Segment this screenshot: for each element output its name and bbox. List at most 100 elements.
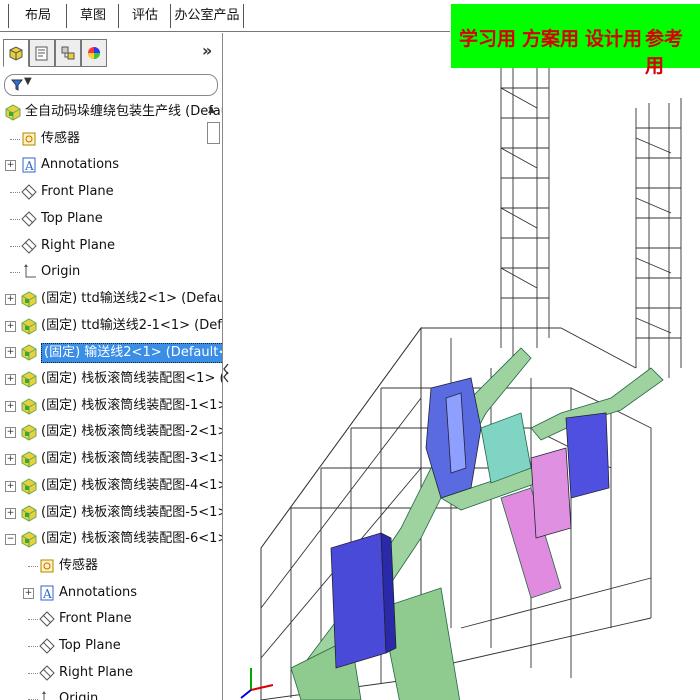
expand-node-icon[interactable]: + <box>5 374 16 385</box>
collapse-node-icon[interactable]: − <box>5 534 16 546</box>
command-manager-tabs: 布局 草图 评估 办公室产品 <box>0 0 450 32</box>
tree-row-label: Annotations <box>59 584 138 600</box>
banner-word-study: 学习用 <box>459 28 517 50</box>
expand-node-icon[interactable]: + <box>5 347 16 359</box>
tree-row[interactable]: + (固定) 栈板滚筒线装配图-4<1> <box>0 473 222 499</box>
tree-connector <box>10 272 20 274</box>
tab-layout[interactable]: 布局 <box>8 4 67 28</box>
subassembly-icon <box>21 291 37 308</box>
scroll-up-arrow-icon[interactable]: ▲ <box>208 105 215 115</box>
tree-row[interactable]: Right Plane <box>0 233 222 259</box>
assembly-icon <box>5 104 21 121</box>
tree-row[interactable]: + (固定) ttd输送线2<1> (Default< <box>0 286 222 312</box>
tree-row[interactable]: Top Plane <box>0 633 222 659</box>
tree-row-label: (固定) 栈板滚筒线装配图-1<1> <box>41 397 223 413</box>
expand-node-icon[interactable]: + <box>5 480 16 492</box>
tree-row[interactable]: + (固定) 栈板滚筒线装配图-1<1> <box>0 393 222 419</box>
tree-row[interactable]: Front Plane <box>0 179 222 205</box>
tree-row[interactable]: + (固定) 栈板滚筒线装配图-3<1> <box>0 446 222 472</box>
expand-node-icon[interactable]: + <box>23 587 34 599</box>
tree-row[interactable]: Front Plane <box>0 606 222 632</box>
tree-row[interactable]: Origin <box>0 686 222 700</box>
funnel-filter-icon <box>11 79 23 91</box>
subassembly-icon <box>21 531 37 548</box>
panel-tab-strip: » <box>0 33 222 73</box>
tree-connector <box>10 192 20 194</box>
tree-row-label: Front Plane <box>41 184 114 200</box>
origin-icon <box>24 264 36 278</box>
plane-icon <box>21 184 37 200</box>
tree-row[interactable]: + (固定) 栈板滚筒线装配图<1> (D <box>0 366 222 392</box>
subassembly-icon <box>21 424 37 441</box>
tree-row-label: (固定) 栈板滚筒线装配图-2<1> <box>41 424 223 440</box>
display-manager-tab[interactable] <box>81 39 107 67</box>
expand-node-icon[interactable]: + <box>5 507 16 519</box>
banner-word-design: 设计用 <box>585 28 643 50</box>
tab-office-products[interactable]: 办公室产品 <box>170 4 244 28</box>
tree-row[interactable]: 全自动码垛缠绕包装生产线 (Defaul <box>0 99 222 125</box>
tree-row[interactable]: − (固定) 栈板滚筒线装配图-6<1> <box>0 526 222 552</box>
panel-collapse-grip-icon[interactable] <box>222 358 230 388</box>
configuration-manager-icon <box>61 46 75 60</box>
plane-icon <box>39 638 55 654</box>
property-manager-icon <box>35 46 48 61</box>
tree-row-label: 传感器 <box>59 557 99 573</box>
tab-baseline <box>0 31 450 32</box>
property-manager-tab[interactable] <box>29 39 55 67</box>
svg-text:A: A <box>42 587 52 601</box>
tree-row[interactable]: Right Plane <box>0 660 222 686</box>
tree-row-label: Front Plane <box>59 611 132 627</box>
tree-row[interactable]: + (固定) 栈板滚筒线装配图-2<1> <box>0 419 222 445</box>
coordinate-triad-icon <box>240 668 274 699</box>
expand-node-icon[interactable]: + <box>5 400 16 412</box>
tree-row-label: (固定) 输送线2<1> (Default<De <box>41 343 222 364</box>
expand-node-icon[interactable]: + <box>5 160 16 172</box>
tab-sketch[interactable]: 草图 <box>66 4 119 28</box>
tree-row[interactable]: + (固定) ttd输送线2-1<1> (Defau <box>0 313 222 339</box>
origin-icon <box>42 691 46 700</box>
tree-connector <box>10 218 20 220</box>
sensor-icon <box>40 559 54 573</box>
tree-scrollbar-thumb[interactable] <box>207 122 220 144</box>
subassembly-icon <box>21 318 37 335</box>
expand-panel-button[interactable]: » <box>202 41 212 60</box>
subassembly-icon <box>21 344 37 361</box>
expand-node-icon[interactable]: + <box>5 320 16 332</box>
tree-row-label: Annotations <box>41 157 120 173</box>
expand-node-icon[interactable]: + <box>5 293 16 305</box>
plane-icon <box>21 237 37 254</box>
tree-row[interactable]: Top Plane <box>0 206 222 232</box>
configuration-manager-tab[interactable] <box>55 39 81 67</box>
tree-connector <box>28 672 38 674</box>
tree-row[interactable]: + A Annotations <box>0 152 222 178</box>
tree-row[interactable]: + A Annotations <box>0 580 222 606</box>
tree-row[interactable]: + (固定) 栈板滚筒线装配图-5<1> <box>0 500 222 526</box>
watermark-banner: 学习用 方案用 设计用 参考用 <box>451 4 700 77</box>
tree-row[interactable]: + (固定) 输送线2<1> (Default<De <box>0 339 222 365</box>
tree-row-label: Origin <box>59 691 99 700</box>
expand-node-icon[interactable]: + <box>5 427 16 439</box>
tree-row[interactable]: Origin <box>0 259 222 285</box>
tree-row[interactable]: 传感器 <box>0 553 222 579</box>
tree-row[interactable]: 传感器 <box>0 126 222 152</box>
feature-manager-panel: » ▼ 全自动码垛缠绕包装生产线 (Defaul 传感器 + A Annotations… <box>0 33 223 700</box>
tree-row-label: (固定) ttd输送线2-1<1> (Defau <box>41 317 223 333</box>
tree-row-label: Right Plane <box>59 664 134 680</box>
tree-filter-field[interactable]: ▼ <box>4 74 218 96</box>
tree-connector <box>10 245 20 247</box>
filter-dropdown-icon[interactable]: ▼ <box>24 76 32 87</box>
subassembly-icon <box>21 371 37 388</box>
sensor-icon <box>22 132 36 146</box>
expand-node-icon[interactable]: + <box>5 454 16 466</box>
tree-row-label: (固定) 栈板滚筒线装配图-6<1> <box>41 531 223 547</box>
tree-connector <box>28 646 38 647</box>
tree-row-label: Right Plane <box>41 237 116 253</box>
tree-row-label: Origin <box>41 264 81 280</box>
tab-evaluate[interactable]: 评估 <box>118 4 171 28</box>
tree-connector <box>28 565 38 567</box>
graphics-viewport[interactable] <box>231 68 700 700</box>
tree-row-label: (固定) ttd输送线2<1> (Default< <box>41 290 222 306</box>
electrical-cabinet <box>330 532 397 669</box>
tree-row-label: 全自动码垛缠绕包装生产线 (Defaul <box>25 104 223 119</box>
feature-manager-tab[interactable] <box>3 39 29 67</box>
